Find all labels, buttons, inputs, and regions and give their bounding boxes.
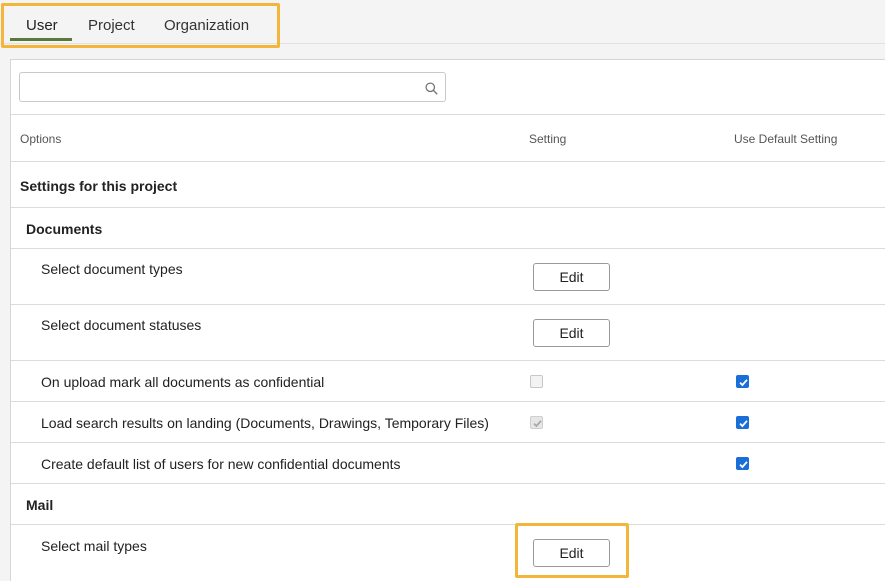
search-field	[19, 72, 446, 102]
checkmark-icon	[739, 461, 748, 469]
search-input[interactable]	[28, 74, 418, 100]
column-setting: Setting	[529, 132, 567, 146]
section-settings-project: Settings for this project	[11, 162, 885, 208]
section-title-documents: Documents	[26, 221, 103, 237]
checkmark-icon	[739, 379, 748, 387]
section-mail: Mail	[11, 484, 885, 525]
row-label-mail-types: Select mail types	[41, 538, 147, 554]
section-documents: Documents	[11, 208, 885, 249]
edit-document-types-button[interactable]: Edit	[533, 263, 610, 291]
row-confidential: On upload mark all documents as confiden…	[11, 361, 885, 402]
load-search-setting-checkbox[interactable]	[530, 416, 543, 429]
confidential-default-checkbox[interactable]	[736, 375, 749, 388]
column-use-default: Use Default Setting	[734, 132, 838, 146]
row-load-search: Load search results on landing (Document…	[11, 402, 885, 443]
checkmark-icon	[739, 420, 748, 428]
load-search-default-checkbox[interactable]	[736, 416, 749, 429]
checkmark-icon	[533, 420, 542, 428]
row-document-types: Select document types Edit	[11, 249, 885, 305]
row-label-document-statuses: Select document statuses	[41, 317, 202, 333]
section-title-project: Settings for this project	[20, 178, 178, 194]
mail-edit-highlight-box	[515, 523, 629, 578]
confidential-setting-checkbox[interactable]	[530, 375, 543, 388]
settings-panel: Options Setting Use Default Setting Sett…	[10, 59, 885, 581]
row-label-confidential: On upload mark all documents as confiden…	[41, 374, 325, 390]
tabs-highlight-box	[1, 3, 280, 48]
section-title-mail: Mail	[26, 497, 54, 513]
row-label-load-search: Load search results on landing (Document…	[41, 415, 489, 431]
table-header: Options Setting Use Default Setting	[11, 114, 885, 162]
default-users-default-checkbox[interactable]	[736, 457, 749, 470]
row-default-users: Create default list of users for new con…	[11, 443, 885, 484]
search-icon[interactable]	[425, 82, 438, 95]
edit-document-statuses-button[interactable]: Edit	[533, 319, 610, 347]
row-label-document-types: Select document types	[41, 261, 183, 277]
row-mail-types: Select mail types Edit	[11, 525, 885, 581]
row-document-statuses: Select document statuses Edit	[11, 305, 885, 361]
row-label-default-users: Create default list of users for new con…	[41, 456, 401, 472]
column-options: Options	[20, 132, 62, 146]
tab-bar: User Project Organization	[0, 0, 885, 48]
